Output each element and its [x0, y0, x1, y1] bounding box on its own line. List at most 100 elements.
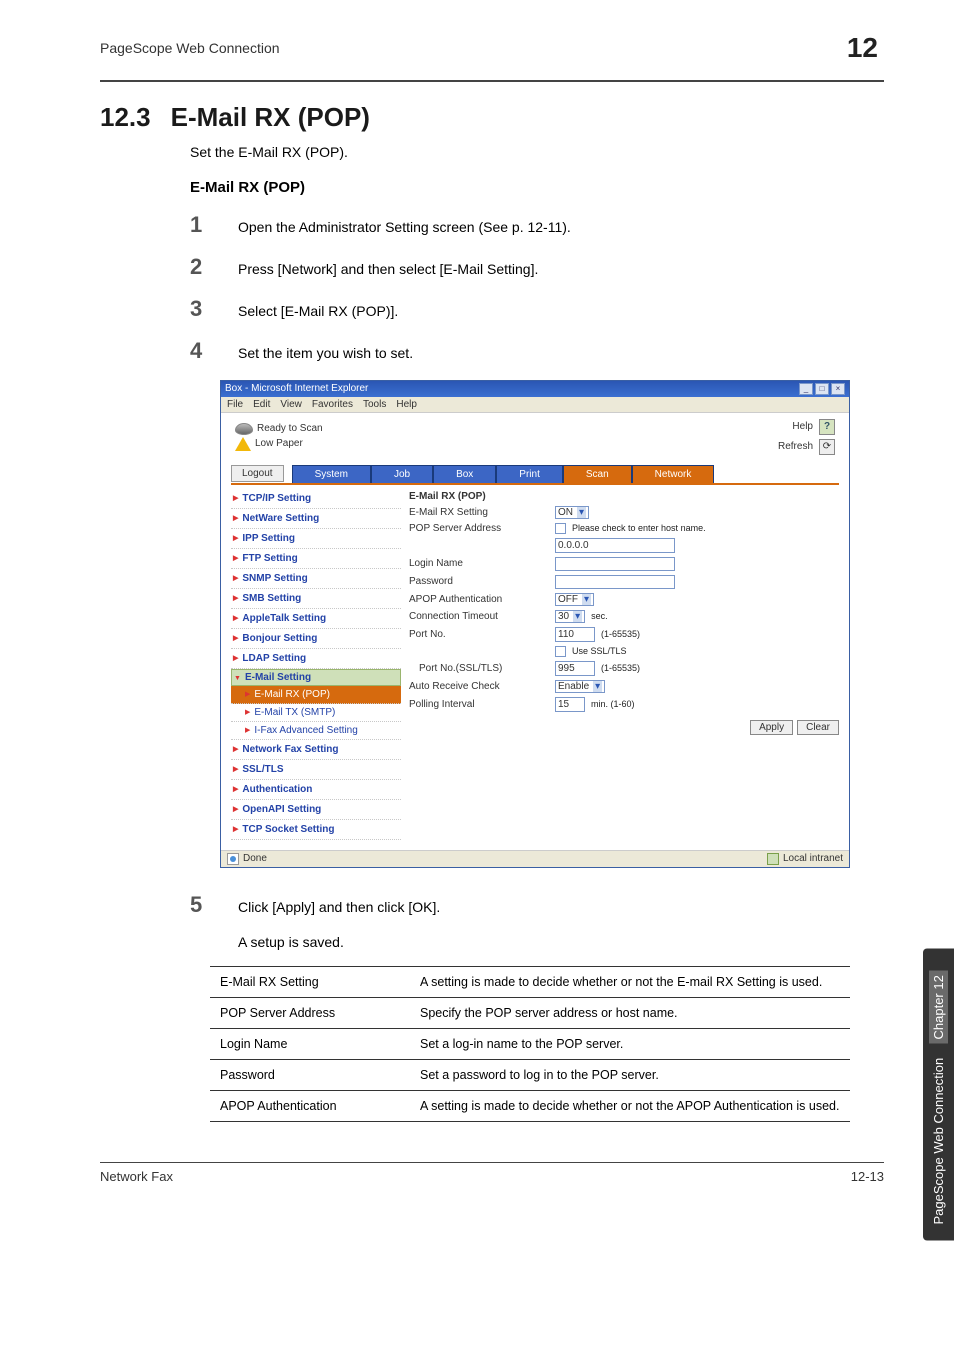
footer-rule: [100, 1162, 884, 1163]
unit-polling: min. (1-60): [591, 699, 635, 709]
step-5-result: A setup is saved.: [238, 934, 884, 950]
step-text: Open the Administrator Setting screen (S…: [238, 218, 571, 238]
input-login-name[interactable]: [555, 557, 675, 571]
tab-network[interactable]: Network: [632, 465, 715, 483]
input-ssl-port[interactable]: 995: [555, 661, 595, 676]
minimize-icon[interactable]: _: [799, 383, 813, 395]
scanner-icon: [235, 423, 253, 435]
checkbox-hostname[interactable]: [555, 523, 566, 534]
refresh-label: Refresh: [778, 441, 813, 452]
window-buttons: _ □ ×: [799, 383, 845, 395]
checkbox-usessl[interactable]: [555, 646, 566, 657]
sidebar-item-tcpip[interactable]: TCP/IP Setting: [231, 489, 401, 509]
status-lowpaper: Low Paper: [255, 438, 303, 449]
footer-left: Network Fax: [100, 1169, 173, 1184]
input-pop-address[interactable]: 0.0.0.0: [555, 538, 675, 553]
tab-job[interactable]: Job: [371, 465, 433, 483]
step-number: 2: [190, 254, 210, 280]
select-rx-setting[interactable]: ON: [555, 506, 589, 519]
browser-window: Box - Microsoft Internet Explorer _ □ × …: [220, 380, 850, 868]
select-apop[interactable]: OFF: [555, 593, 594, 606]
cell-key: APOP Authentication: [210, 1090, 410, 1121]
sidebar-item-ssl[interactable]: SSL/TLS: [231, 760, 401, 780]
intro-text: Set the E-Mail RX (POP).: [190, 143, 884, 163]
sidebar-item-netfax[interactable]: Network Fax Setting: [231, 740, 401, 760]
menu-favorites[interactable]: Favorites: [312, 399, 353, 410]
footer-right: 12-13: [851, 1169, 884, 1184]
input-port[interactable]: 110: [555, 627, 595, 642]
status-ready: Ready to Scan: [257, 423, 323, 434]
sidebar-item-bonjour[interactable]: Bonjour Setting: [231, 629, 401, 649]
cell-key: Password: [210, 1059, 410, 1090]
table-row: Login Name Set a log-in name to the POP …: [210, 1028, 850, 1059]
sidebar-item-smb[interactable]: SMB Setting: [231, 589, 401, 609]
header-rule: [100, 80, 884, 82]
done-icon: [227, 853, 239, 865]
label-usessl: Use SSL/TLS: [572, 646, 627, 656]
logout-button[interactable]: Logout: [231, 465, 284, 482]
chapter-badge: 12: [841, 30, 884, 66]
sidebar-item-appletalk[interactable]: AppleTalk Setting: [231, 609, 401, 629]
maximize-icon[interactable]: □: [815, 383, 829, 395]
tab-scan[interactable]: Scan: [563, 465, 632, 483]
label-password: Password: [409, 576, 549, 587]
refresh-icon[interactable]: ⟳: [819, 439, 835, 455]
cell-value: A setting is made to decide whether or n…: [410, 1090, 850, 1121]
menu-edit[interactable]: Edit: [253, 399, 270, 410]
sidebar-group-email[interactable]: E-Mail Setting: [231, 669, 401, 686]
form-title: E-Mail RX (POP): [409, 489, 839, 504]
sidebar-item-emailrx[interactable]: E-Mail RX (POP): [231, 686, 401, 704]
label-conn-timeout: Connection Timeout: [409, 611, 549, 622]
section-title: E-Mail RX (POP): [171, 102, 370, 133]
running-head: PageScope Web Connection: [100, 40, 280, 56]
label-auto-receive: Auto Receive Check: [409, 681, 549, 692]
select-conn-timeout[interactable]: 30: [555, 610, 585, 623]
close-icon[interactable]: ×: [831, 383, 845, 395]
help-icon[interactable]: ?: [819, 419, 835, 435]
zone-icon: [767, 853, 779, 865]
input-polling[interactable]: 15: [555, 697, 585, 712]
browser-menu: File Edit View Favorites Tools Help: [221, 397, 849, 413]
sidebar-item-netware[interactable]: NetWare Setting: [231, 509, 401, 529]
sidebar-item-tcpsocket[interactable]: TCP Socket Setting: [231, 820, 401, 840]
tab-box[interactable]: Box: [433, 465, 496, 483]
window-title: Box - Microsoft Internet Explorer: [225, 383, 368, 394]
label-pop-address: POP Server Address: [409, 523, 549, 534]
step-4: 4 Set the item you wish to set.: [190, 338, 884, 364]
sidebar-item-ftp[interactable]: FTP Setting: [231, 549, 401, 569]
table-row: E-Mail RX Setting A setting is made to d…: [210, 966, 850, 997]
apply-button[interactable]: Apply: [750, 720, 793, 735]
label-polling: Polling Interval: [409, 699, 549, 710]
sidebar-item-openapi[interactable]: OpenAPI Setting: [231, 800, 401, 820]
sidebar: TCP/IP Setting NetWare Setting IPP Setti…: [231, 489, 401, 840]
status-done: Done: [243, 853, 267, 864]
input-password[interactable]: [555, 575, 675, 589]
tab-system[interactable]: System: [292, 465, 371, 483]
cell-key: E-Mail RX Setting: [210, 966, 410, 997]
sidebar-item-ldap[interactable]: LDAP Setting: [231, 649, 401, 669]
sidebar-item-ifax[interactable]: I-Fax Advanced Setting: [231, 722, 401, 740]
menu-tools[interactable]: Tools: [363, 399, 386, 410]
label-login-name: Login Name: [409, 558, 549, 569]
menu-view[interactable]: View: [280, 399, 302, 410]
subheading: E-Mail RX (POP): [190, 179, 884, 196]
sidebar-item-snmp[interactable]: SNMP Setting: [231, 569, 401, 589]
side-tab-chapter: Chapter 12: [929, 971, 948, 1043]
tab-print[interactable]: Print: [496, 465, 563, 483]
side-tab: PageScope Web Connection Chapter 12: [923, 949, 954, 1241]
step-number: 5: [190, 892, 210, 918]
help-label: Help: [792, 421, 813, 432]
menu-file[interactable]: File: [227, 399, 243, 410]
step-text: Set the item you wish to set.: [238, 344, 413, 364]
sidebar-item-emailtx[interactable]: E-Mail TX (SMTP): [231, 704, 401, 722]
step-number: 4: [190, 338, 210, 364]
sidebar-item-ipp[interactable]: IPP Setting: [231, 529, 401, 549]
sidebar-item-auth[interactable]: Authentication: [231, 780, 401, 800]
step-text: Click [Apply] and then click [OK].: [238, 898, 440, 918]
clear-button[interactable]: Clear: [797, 720, 839, 735]
step-1: 1 Open the Administrator Setting screen …: [190, 212, 884, 238]
step-5: 5 Click [Apply] and then click [OK].: [190, 892, 884, 918]
select-auto-receive[interactable]: Enable: [555, 680, 605, 693]
cell-value: A setting is made to decide whether or n…: [410, 966, 850, 997]
menu-help[interactable]: Help: [396, 399, 417, 410]
